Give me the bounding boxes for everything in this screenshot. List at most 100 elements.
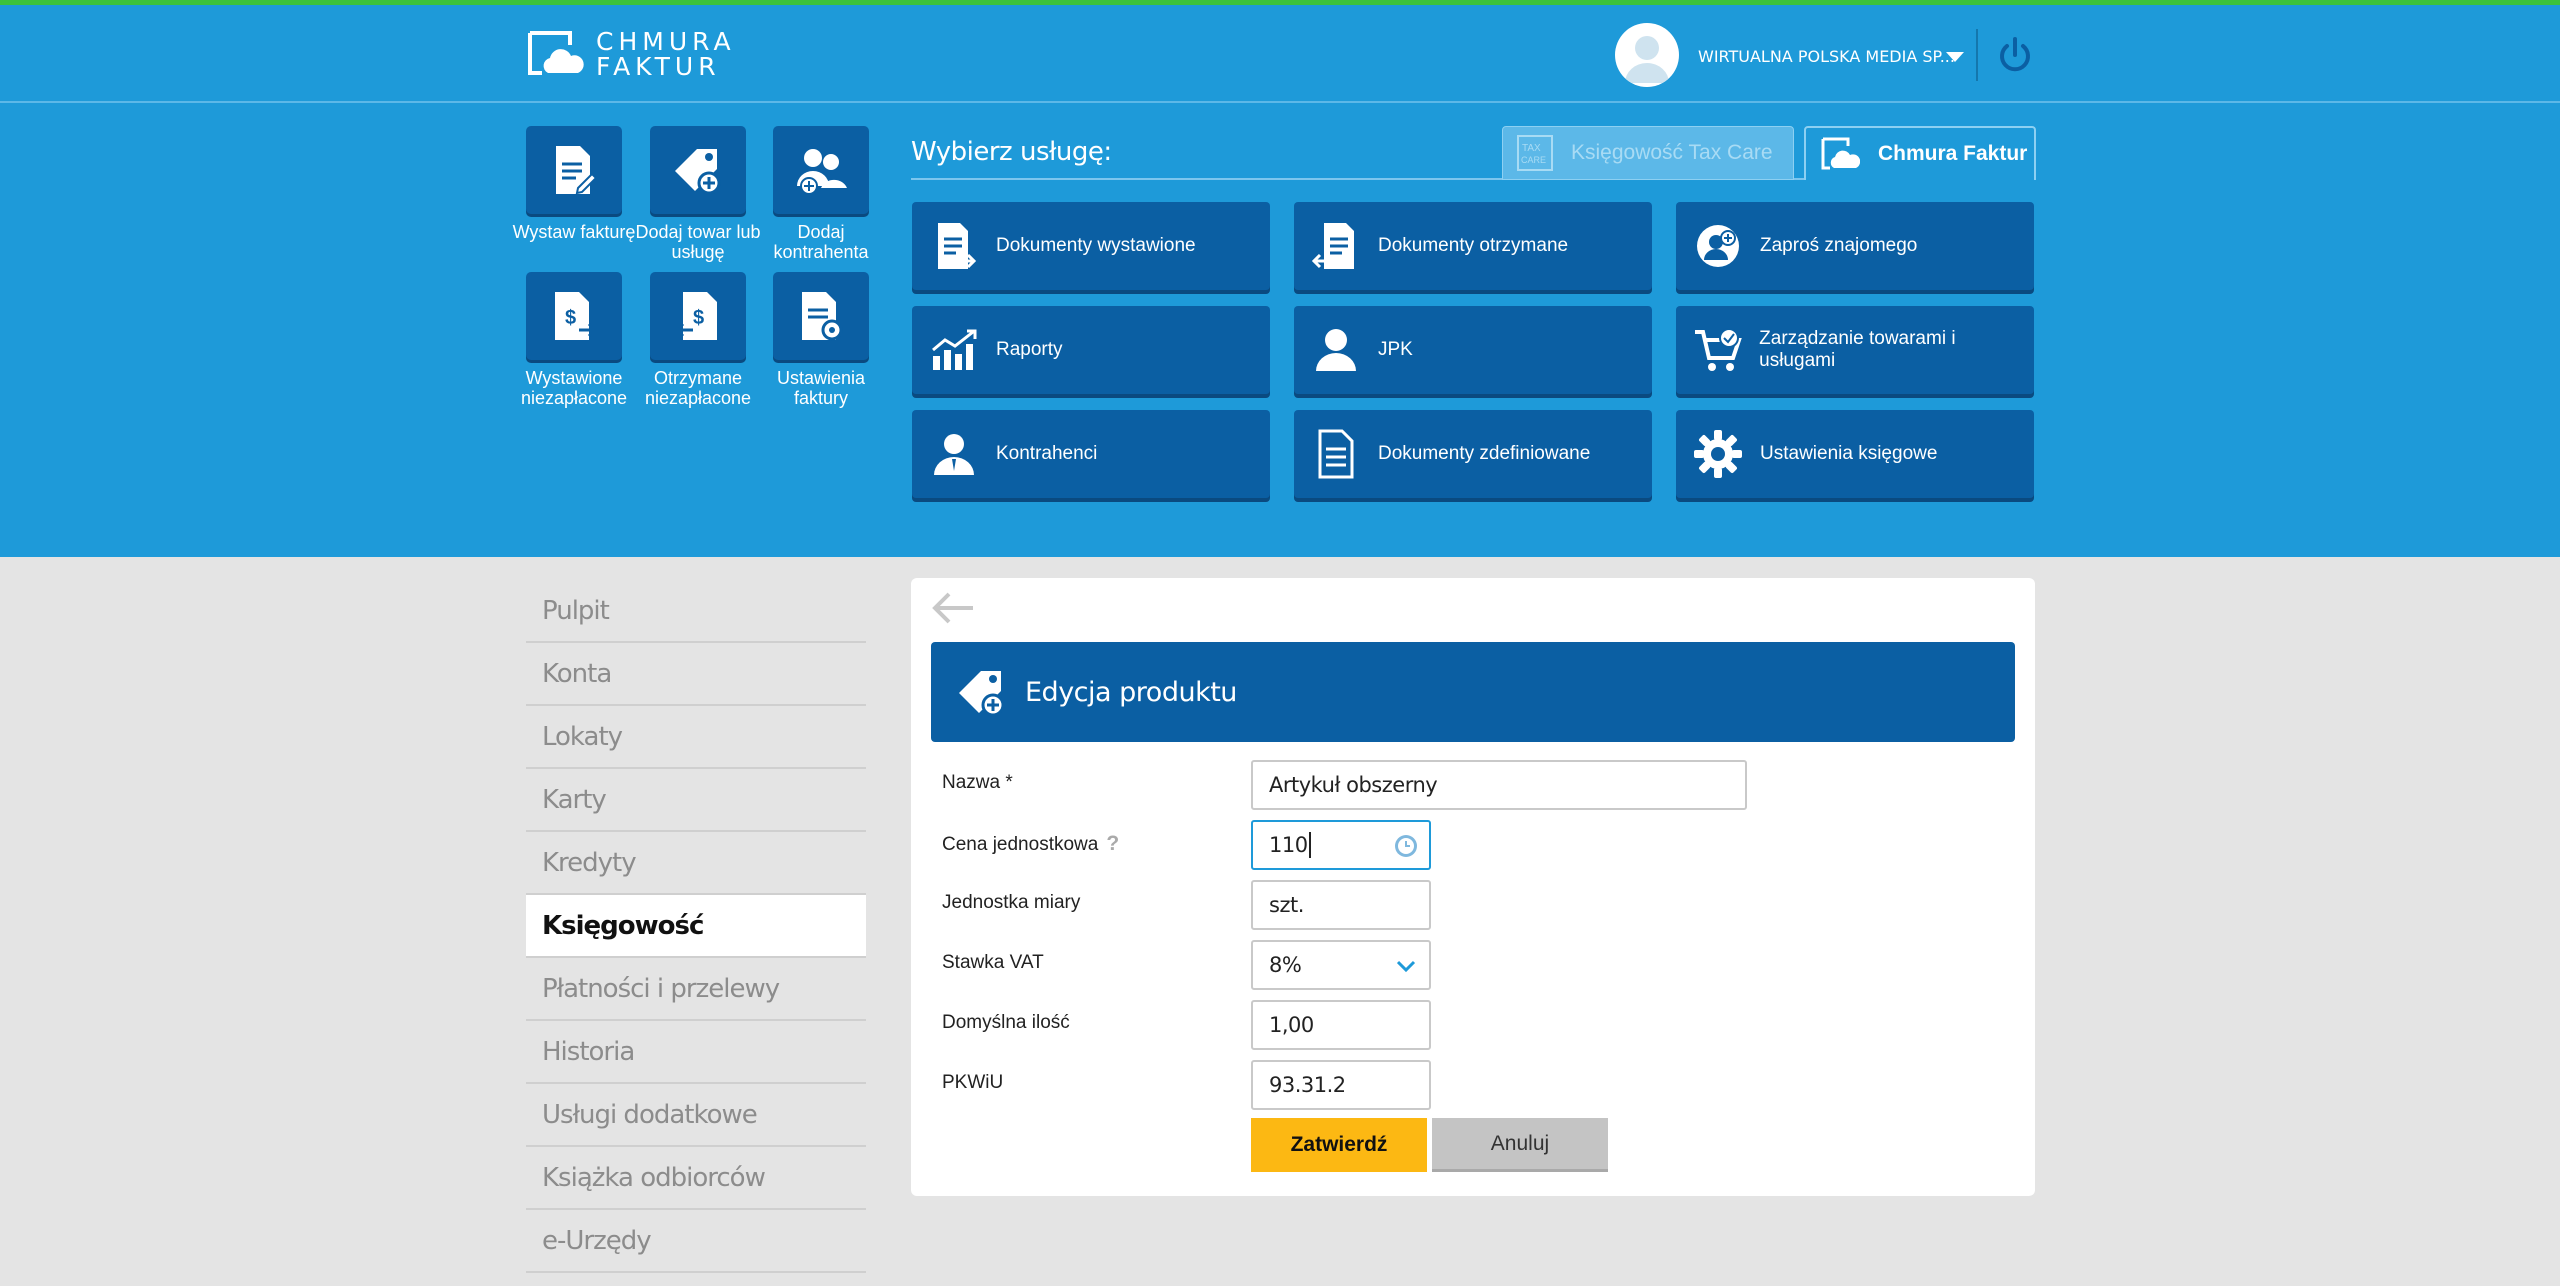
sidebar-item-konta[interactable]: Konta: [526, 643, 866, 706]
vat-label: Stawka VAT: [942, 952, 1044, 973]
price-label: Cena jednostkowa?: [942, 832, 1119, 856]
sidebar-item-ksiegowosc[interactable]: Księgowość: [526, 895, 866, 958]
cart-icon: [1694, 328, 1742, 371]
quick-action-issue-invoice[interactable]: [526, 126, 622, 214]
tile-invite-friend[interactable]: Zaproś znajomego: [1676, 202, 2034, 290]
sidebar-item-lokaty[interactable]: Lokaty: [526, 706, 866, 769]
sidebar-item-karty[interactable]: Karty: [526, 769, 866, 832]
tile-jpk[interactable]: JPK: [1294, 306, 1652, 394]
tile-defined-documents[interactable]: Dokumenty zdefiniowane: [1294, 410, 1652, 498]
tab-tax-care[interactable]: TAX CARE Księgowość Tax Care: [1502, 126, 1794, 180]
quick-action-label[interactable]: Ustawienia faktury: [756, 368, 886, 408]
quick-action-label[interactable]: Wystaw fakturę: [509, 222, 639, 242]
svg-text:$: $: [565, 307, 576, 329]
sidebar-item-e-urzedy[interactable]: e-Urzędy: [526, 1210, 866, 1273]
help-icon[interactable]: ?: [1106, 832, 1119, 855]
power-icon[interactable]: [1995, 35, 2035, 75]
taxcare-logo-icon: TAXCARE: [1517, 135, 1553, 171]
sidebar-item-historia[interactable]: Historia: [526, 1021, 866, 1084]
services-panel: [0, 103, 2560, 557]
quick-action-add-product[interactable]: [650, 126, 746, 214]
back-arrow-icon[interactable]: [931, 592, 975, 624]
document-out-icon: [938, 223, 976, 269]
quick-action-invoice-settings[interactable]: [773, 272, 869, 360]
tag-plus-icon: [959, 671, 1005, 717]
tile-label: Zaproś znajomego: [1760, 235, 1918, 256]
vat-select[interactable]: 8%: [1251, 940, 1431, 990]
quick-action-label[interactable]: Dodaj kontrahenta: [756, 222, 886, 262]
price-label-text: Cena jednostkowa: [942, 834, 1099, 855]
price-field[interactable]: 110: [1251, 820, 1431, 870]
tab-label: Chmura Faktur: [1878, 142, 2028, 165]
tile-issued-documents[interactable]: Dokumenty wystawione: [912, 202, 1270, 290]
tile-label: Dokumenty wystawione: [996, 235, 1196, 256]
logo-line-1: CHMURA: [596, 27, 736, 56]
chevron-down-icon[interactable]: [1946, 52, 1964, 62]
tile-contractors[interactable]: Kontrahenci: [912, 410, 1270, 498]
choose-service-heading: Wybierz usługę:: [911, 137, 1112, 167]
unit-field[interactable]: szt.: [1251, 880, 1431, 930]
contractor-icon: [934, 434, 974, 475]
tile-reports[interactable]: Raporty: [912, 306, 1270, 394]
user-avatar-icon: [1625, 36, 1669, 83]
document-in-icon: [1312, 223, 1354, 269]
chevron-down-icon[interactable]: [1395, 956, 1417, 976]
chart-icon: [932, 329, 977, 370]
unit-value: szt.: [1269, 893, 1304, 917]
qty-field[interactable]: 1,00: [1251, 1000, 1431, 1050]
price-value: 110: [1269, 833, 1308, 857]
top-header: CHMURA FAKTUR WIRTUALNA POLSKA MEDIA SP.…: [0, 0, 2560, 102]
invoice-out-icon: $: [555, 292, 598, 340]
tile-label: Zarządzanie towarami i usługami: [1759, 328, 1956, 371]
submit-button[interactable]: Zatwierdź: [1251, 1118, 1427, 1172]
tile-received-documents[interactable]: Dokumenty otrzymane: [1294, 202, 1652, 290]
tile-label: Kontrahenci: [996, 443, 1098, 464]
invoice-in-icon: $: [674, 292, 717, 340]
form-title: Edycja produktu: [1025, 676, 1237, 708]
logo-line-2: FAKTUR: [596, 52, 721, 81]
clock-icon[interactable]: [1393, 833, 1419, 859]
company-name[interactable]: WIRTUALNA POLSKA MEDIA SP...: [1698, 47, 1955, 66]
tab-chmura-faktur[interactable]: Chmura Faktur: [1804, 126, 2036, 180]
cancel-button[interactable]: Anuluj: [1432, 1118, 1608, 1172]
invoice-edit-icon: [556, 146, 598, 195]
quick-action-add-contractor[interactable]: [773, 126, 869, 214]
unit-label: Jednostka miary: [942, 892, 1081, 913]
person-icon: [1316, 329, 1356, 371]
tile-label: Raporty: [996, 339, 1063, 360]
svg-text:$: $: [693, 307, 704, 329]
logo[interactable]: CHMURA FAKTUR: [526, 27, 731, 83]
avatar[interactable]: [1615, 23, 1679, 87]
quick-action-received-unpaid[interactable]: $: [650, 272, 746, 360]
sidebar-item-pulpit[interactable]: Pulpit: [526, 580, 866, 643]
sidebar-item-kredyty[interactable]: Kredyty: [526, 832, 866, 895]
sidebar-item-ksiazka-odbiorcow[interactable]: Książka odbiorców: [526, 1147, 866, 1210]
name-value: Artykuł obszerny: [1269, 773, 1438, 797]
divider: [1976, 29, 1978, 81]
form-header: Edycja produktu: [931, 642, 2015, 742]
name-field[interactable]: Artykuł obszerny: [1251, 760, 1747, 810]
sidebar-item-uslugi-dodatkowe[interactable]: Usługi dodatkowe: [526, 1084, 866, 1147]
tile-manage-products[interactable]: Zarządzanie towarami i usługami: [1676, 306, 2034, 394]
quick-action-label[interactable]: Otrzymane niezapłacone: [633, 368, 763, 408]
quick-action-label[interactable]: Wystawione niezapłacone: [509, 368, 639, 408]
tile-accounting-settings[interactable]: Ustawienia księgowe: [1676, 410, 2034, 498]
tag-plus-icon: [675, 149, 721, 195]
tile-label: Dokumenty zdefiniowane: [1378, 443, 1591, 464]
quick-action-label[interactable]: Dodaj towar lub usługę: [633, 222, 763, 262]
quick-action-issued-unpaid[interactable]: $: [526, 272, 622, 360]
sidebar: Pulpit Konta Lokaty Karty Kredyty Księgo…: [526, 580, 866, 1273]
svg-text:CARE: CARE: [1521, 155, 1546, 165]
sidebar-item-platnosci[interactable]: Płatności i przelewy: [526, 958, 866, 1021]
tab-label: Księgowość Tax Care: [1571, 141, 1773, 164]
tile-label: Ustawienia księgowe: [1760, 443, 1938, 464]
svg-text:TAX: TAX: [1522, 143, 1541, 154]
cloud-logo-icon: [528, 31, 584, 75]
text-cursor: [1308, 832, 1311, 858]
qty-value: 1,00: [1269, 1013, 1314, 1037]
pkwiu-field[interactable]: 93.31.2: [1251, 1060, 1431, 1110]
gear-icon: [1694, 430, 1742, 478]
tile-label: JPK: [1378, 339, 1413, 360]
pkwiu-value: 93.31.2: [1269, 1073, 1346, 1097]
name-label: Nazwa *: [942, 772, 1013, 793]
